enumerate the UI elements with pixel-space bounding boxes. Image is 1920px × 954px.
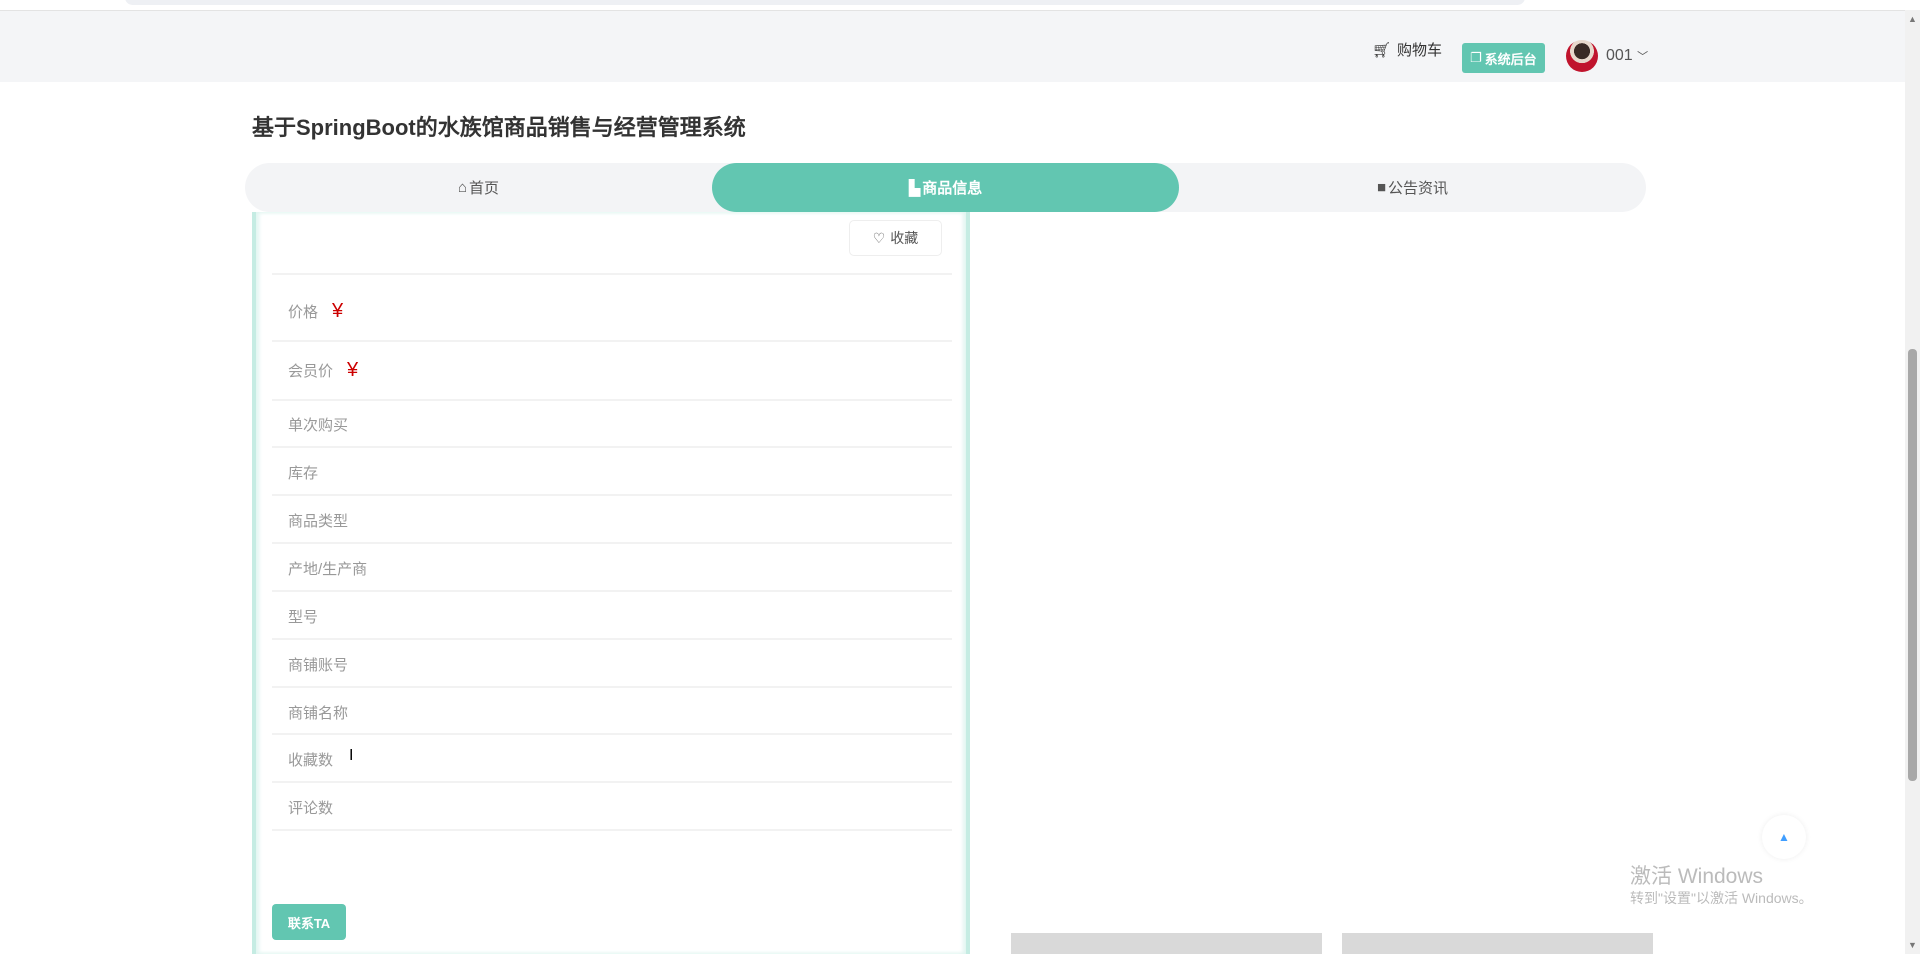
field-row: 库存 <box>288 465 319 482</box>
text-cursor-icon: I <box>349 747 354 764</box>
field-row: 商铺账号 <box>288 657 349 674</box>
user-menu[interactable]: 001 ﹀ <box>1606 47 1648 65</box>
cart-link[interactable]: 🛒︎ 购物车 <box>1372 39 1442 60</box>
cart-icon: 🛒︎ <box>1372 41 1392 59</box>
windows-watermark-subtitle: 转到"设置"以激活 Windows。 <box>1630 890 1813 906</box>
username: 001 <box>1606 47 1633 64</box>
page-title: 基于SpringBoot的水族馆商品销售与经营管理系统 <box>252 115 746 140</box>
field-row: 评论数 <box>288 800 334 817</box>
tab-label: 首页 <box>469 180 500 197</box>
divider <box>272 494 952 496</box>
home-icon: ⌂ <box>457 179 468 196</box>
tab-label: 公告资讯 <box>1388 180 1449 197</box>
scroll-down-icon[interactable]: ▼ <box>1908 940 1917 950</box>
divider <box>272 686 952 688</box>
scroll-up-icon[interactable]: ▲ <box>1908 14 1917 24</box>
divider <box>272 638 952 640</box>
windows-watermark-title: 激活 Windows <box>1630 865 1764 888</box>
divider <box>272 829 952 831</box>
favorite-button[interactable]: ♡ 收藏 <box>849 220 942 256</box>
image-placeholder <box>1342 933 1653 954</box>
copy-icon: ❐ <box>1470 50 1482 65</box>
field-row: 单次购买 <box>288 417 349 434</box>
nav-tabs: ⌂ 首页 ▙ 商品信息 ■ 公告资讯 <box>245 163 1646 212</box>
cart-label: 购物车 <box>1397 42 1443 59</box>
news-icon: ■ <box>1376 179 1387 196</box>
member-price-value: ¥ <box>347 359 359 381</box>
caret-up-icon: ▲ <box>1778 830 1790 844</box>
chevron-down-icon: ﹀ <box>1637 51 1649 63</box>
contact-button[interactable]: 联系TA <box>272 904 346 940</box>
tab-label: 商品信息 <box>922 180 983 197</box>
field-row: 商品类型 <box>288 513 349 530</box>
page-scrollbar[interactable]: ▲ ▼ <box>1905 10 1920 954</box>
address-bar-edge <box>125 0 1525 5</box>
member-price-label: 会员价 <box>288 363 334 380</box>
tab-products[interactable]: ▙ 商品信息 <box>712 163 1179 212</box>
image-placeholder <box>1011 933 1322 954</box>
divider <box>272 590 952 592</box>
heart-icon: ♡ <box>872 229 886 246</box>
admin-button[interactable]: ❐ 系统后台 <box>1462 43 1545 73</box>
price-value: ¥ <box>332 300 344 322</box>
tab-news[interactable]: ■ 公告资讯 <box>1179 163 1646 212</box>
divider <box>272 733 952 735</box>
tab-home[interactable]: ⌂ 首页 <box>245 163 712 212</box>
product-detail-panel <box>252 212 970 954</box>
divider <box>272 399 952 401</box>
price-label: 价格 <box>288 304 319 321</box>
favorite-label: 收藏 <box>890 230 919 246</box>
divider <box>272 781 952 783</box>
top-header: 🛒︎ 购物车 ❐ 系统后台 001 ﹀ <box>0 10 1905 82</box>
member-price-row: 会员价 ¥ <box>288 359 358 382</box>
field-row: 产地/生产商 <box>288 561 368 578</box>
scrollbar-thumb[interactable] <box>1908 349 1917 781</box>
browser-top-strip <box>0 0 1905 10</box>
admin-label: 系统后台 <box>1484 51 1537 67</box>
divider <box>272 273 952 275</box>
price-row: 价格 ¥ <box>288 300 343 323</box>
divider <box>272 542 952 544</box>
divider <box>272 446 952 448</box>
product-icon: ▙ <box>908 179 921 197</box>
divider <box>272 340 952 342</box>
avatar[interactable] <box>1566 40 1598 72</box>
back-to-top-button[interactable]: ▲ <box>1762 815 1806 859</box>
field-row: 收藏数 <box>288 752 334 769</box>
field-row: 型号 <box>288 609 319 626</box>
field-row: 商铺名称 <box>288 705 349 722</box>
